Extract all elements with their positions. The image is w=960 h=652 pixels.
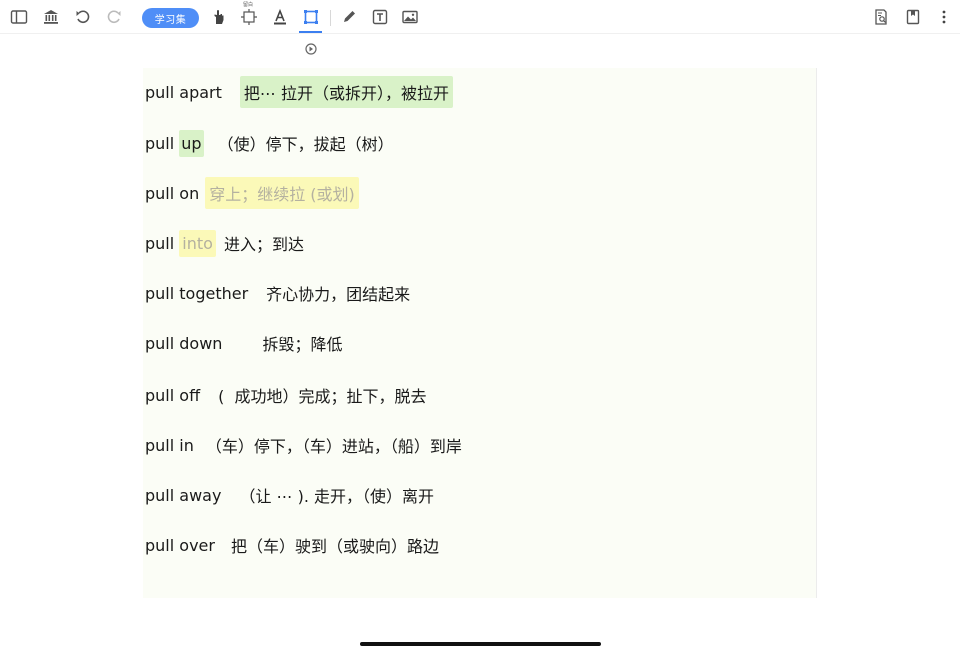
home-indicator[interactable] <box>360 642 601 646</box>
phrase: pull down <box>145 333 223 353</box>
document-page: pull apart 把⋯ 拉开（或拆开），被拉开 pull up （使）停下，… <box>143 68 817 598</box>
top-toolbar: 学习集 留白 <box>0 0 960 34</box>
meaning: 拆毁；降低 <box>262 335 343 354</box>
list-item: pull on 穿上；继续拉 (或划) <box>145 177 359 209</box>
toolbar-divider <box>330 10 331 26</box>
redo-icon[interactable] <box>102 6 126 28</box>
undo-icon[interactable] <box>71 6 95 28</box>
phrase: pull over <box>145 535 215 555</box>
phrase: pull away <box>145 485 222 505</box>
phrase: pull on <box>145 183 200 203</box>
text-color-icon[interactable] <box>268 6 292 28</box>
study-set-button[interactable]: 学习集 <box>142 8 199 28</box>
list-item: pull apart 把⋯ 拉开（或拆开），被拉开 <box>145 76 453 108</box>
phrase: pull together <box>145 283 249 303</box>
bookmark-icon[interactable] <box>901 6 925 28</box>
list-item: pull off ( 成功地）完成；扯下，脱去 <box>145 380 427 410</box>
meaning: （车）停下，（车）进站，（船）到岸 <box>205 437 462 456</box>
list-item: pull down 拆毁；降低 <box>145 328 342 358</box>
phrase: pull <box>145 133 180 153</box>
meaning: 把（车）驶到（或驶向）路边 <box>230 537 439 556</box>
meaning: （让 ⋯ ). 走开，（使）离开 <box>239 487 435 506</box>
phrase: pull <box>145 233 180 253</box>
library-icon[interactable] <box>39 6 63 28</box>
tool-settings-icon[interactable] <box>304 41 318 55</box>
list-item: pull over 把（车）驶到（或驶向）路边 <box>145 530 439 560</box>
textbox-icon[interactable] <box>368 6 392 28</box>
meaning: 进入；到达 <box>223 235 304 254</box>
sidebar-icon[interactable] <box>7 6 31 28</box>
meaning: 把⋯ 拉开（或拆开），被拉开 <box>239 76 453 108</box>
list-item: pull in （车）停下，（车）进站，（船）到岸 <box>145 430 462 460</box>
meaning: 穿上；继续拉 (或划) <box>205 177 359 209</box>
document-search-icon[interactable] <box>869 6 893 28</box>
list-item: pull into 进入；到达 <box>145 228 304 258</box>
more-icon[interactable] <box>932 6 956 28</box>
phrase: pull off <box>145 385 201 405</box>
meaning: ( 成功地）完成；扯下，脱去 <box>218 387 427 406</box>
resize-icon[interactable] <box>237 6 261 28</box>
list-item: pull together 齐心协力，团结起来 <box>145 278 410 308</box>
crop-icon[interactable] <box>299 6 323 28</box>
meaning: （使）停下，拔起（树） <box>217 135 394 154</box>
image-icon[interactable] <box>398 6 422 28</box>
active-tool-indicator <box>299 31 322 33</box>
phrase-highlight: into <box>179 229 216 257</box>
hand-icon[interactable] <box>207 6 231 28</box>
phrase: pull in <box>145 435 194 455</box>
pen-icon[interactable] <box>337 6 361 28</box>
phrase: pull apart <box>145 82 222 102</box>
list-item: pull away （让 ⋯ ). 走开，（使）离开 <box>145 480 434 510</box>
list-item: pull up （使）停下，拔起（树） <box>145 128 394 158</box>
meaning: 齐心协力，团结起来 <box>266 285 411 304</box>
phrase-highlight: up <box>179 129 204 157</box>
